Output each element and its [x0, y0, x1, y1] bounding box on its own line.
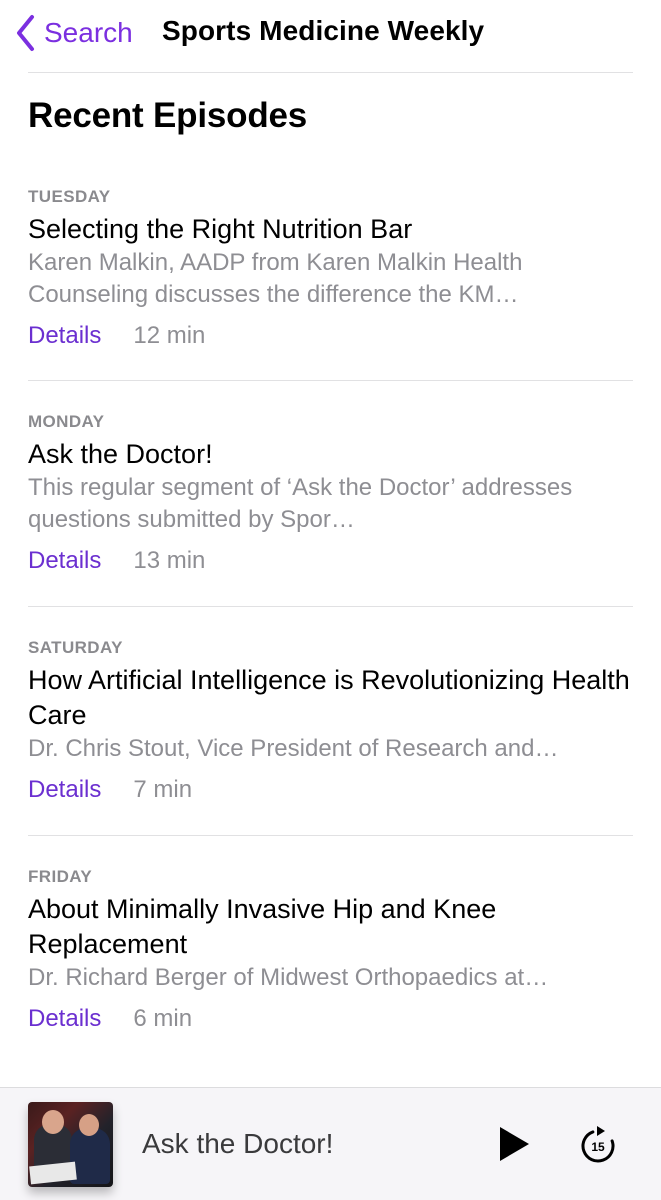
episode-description: This regular segment of ‘Ask the Doctor’… — [28, 474, 573, 533]
episode-duration: 12 min — [133, 322, 206, 349]
episode-item[interactable]: FRIDAY About Minimally Invasive Hip and … — [28, 866, 633, 1036]
podcast-title: Sports Medicine Weekly — [162, 15, 485, 46]
episode-day: FRIDAY — [28, 867, 93, 886]
divider — [28, 606, 633, 607]
section-title: Recent Episodes — [28, 96, 308, 135]
episode-description: Dr. Chris Stout, Vice President of Resea… — [28, 735, 559, 762]
skip-forward-15-icon: 15 — [581, 1126, 615, 1163]
details-link[interactable]: Details — [28, 1005, 101, 1033]
divider — [28, 835, 633, 836]
episode-artwork[interactable] — [28, 1102, 113, 1187]
skip-forward-button[interactable]: 15 — [578, 1125, 618, 1165]
details-link[interactable]: Details — [28, 322, 101, 350]
back-button[interactable]: Search — [14, 14, 133, 52]
chevron-left-icon — [17, 15, 34, 51]
episode-day: TUESDAY — [28, 187, 111, 206]
episode-duration: 7 min — [133, 776, 193, 803]
navigation-bar: Search Sports Medicine Weekly — [0, 0, 661, 72]
details-link[interactable]: Details — [28, 776, 101, 804]
play-icon — [500, 1127, 529, 1161]
episode-title[interactable]: About Minimally Invasive Hip and Knee Re… — [28, 892, 633, 962]
episode-item[interactable]: SATURDAY How Artificial Intelligence is … — [28, 637, 633, 836]
episode-day: SATURDAY — [28, 638, 123, 657]
episode-title[interactable]: How Artificial Intelligence is Revolutio… — [28, 663, 633, 733]
episode-duration: 6 min — [133, 1005, 193, 1032]
episode-item[interactable]: MONDAY Ask the Doctor! This regular segm… — [28, 411, 633, 607]
episode-item[interactable]: TUESDAY Selecting the Right Nutrition Ba… — [28, 186, 633, 381]
back-label: Search — [44, 17, 133, 48]
episode-duration: 13 min — [133, 547, 206, 574]
divider — [28, 380, 633, 381]
episode-day: MONDAY — [28, 412, 105, 431]
details-link[interactable]: Details — [28, 547, 101, 575]
now-playing-title[interactable]: Ask the Doctor! — [142, 1128, 333, 1160]
episode-description: Dr. Richard Berger of Midwest Orthopaedi… — [28, 964, 549, 991]
episode-title[interactable]: Ask the Doctor! — [28, 437, 633, 472]
svg-text:15: 15 — [591, 1140, 605, 1154]
episode-title[interactable]: Selecting the Right Nutrition Bar — [28, 212, 633, 247]
divider — [28, 72, 633, 73]
play-button[interactable] — [497, 1125, 531, 1163]
episode-description: Karen Malkin, AADP from Karen Malkin Hea… — [28, 249, 523, 308]
mini-player[interactable]: Ask the Doctor! 15 — [0, 1087, 661, 1200]
